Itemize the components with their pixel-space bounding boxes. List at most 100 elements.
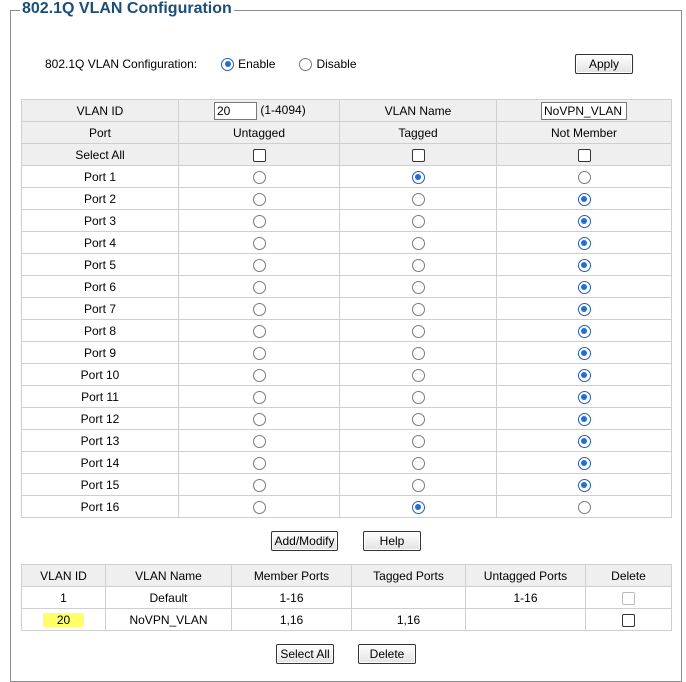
port-tagged-radio[interactable] bbox=[411, 412, 425, 426]
port-untagged-radio[interactable] bbox=[252, 412, 266, 426]
vlan-list-row: 1 Default 1-16 1-16 bbox=[21, 586, 672, 609]
select-all-not-member-checkbox[interactable] bbox=[577, 148, 591, 162]
port-untagged-radio[interactable] bbox=[252, 500, 266, 514]
select-all-label: Select All bbox=[21, 143, 179, 166]
port-row: Port 1 bbox=[21, 165, 672, 188]
port-name: Port 14 bbox=[21, 451, 179, 474]
port-tagged-radio[interactable] bbox=[411, 280, 425, 294]
port-tagged-radio[interactable] bbox=[411, 346, 425, 360]
port-row: Port 11 bbox=[21, 385, 672, 408]
port-tagged-radio[interactable] bbox=[411, 192, 425, 206]
port-not-member-radio[interactable] bbox=[577, 302, 591, 316]
port-not-member-radio[interactable] bbox=[577, 214, 591, 228]
port-tagged-radio[interactable] bbox=[411, 302, 425, 316]
port-not-member-radio[interactable] bbox=[577, 500, 591, 514]
port-untagged-radio[interactable] bbox=[252, 346, 266, 360]
port-tagged-radio[interactable] bbox=[411, 324, 425, 338]
enable-option[interactable]: Enable bbox=[221, 57, 275, 71]
disable-label: Disable bbox=[316, 57, 357, 71]
port-not-member-radio[interactable] bbox=[577, 390, 591, 404]
vlan-id-input[interactable]: 20 bbox=[214, 101, 257, 120]
vlan-name-cell: NoVPN_VLAN bbox=[496, 99, 672, 122]
port-tagged-radio[interactable] bbox=[411, 214, 425, 228]
port-row: Port 8 bbox=[21, 319, 672, 342]
port-tagged-radio[interactable] bbox=[411, 390, 425, 404]
port-row: Port 15 bbox=[21, 473, 672, 496]
vlan-list-table: VLAN ID VLAN Name Member Ports Tagged Po… bbox=[21, 564, 672, 631]
port-tagged-radio[interactable] bbox=[411, 258, 425, 272]
port-row: Port 9 bbox=[21, 341, 672, 364]
disable-option[interactable]: Disable bbox=[299, 57, 357, 71]
enable-radio[interactable] bbox=[221, 57, 235, 71]
delete-button[interactable]: Delete bbox=[358, 644, 416, 664]
add-modify-button[interactable]: Add/Modify bbox=[271, 531, 338, 551]
port-untagged-radio[interactable] bbox=[252, 214, 266, 228]
port-untagged-radio[interactable] bbox=[252, 368, 266, 382]
help-button[interactable]: Help bbox=[363, 531, 421, 551]
port-not-member-radio[interactable] bbox=[577, 412, 591, 426]
port-header: Port bbox=[21, 121, 179, 144]
delete-checkbox[interactable] bbox=[622, 613, 635, 627]
port-untagged-radio[interactable] bbox=[252, 170, 266, 184]
port-name: Port 9 bbox=[21, 341, 179, 364]
port-untagged-radio[interactable] bbox=[252, 324, 266, 338]
port-not-member-radio[interactable] bbox=[577, 236, 591, 250]
select-all-tagged-checkbox[interactable] bbox=[411, 148, 425, 162]
port-config-table: VLAN ID 20 (1-4094) VLAN Name NoVPN_VLAN… bbox=[21, 99, 672, 518]
tagged-header: Tagged bbox=[339, 121, 497, 144]
port-not-member-radio[interactable] bbox=[577, 346, 591, 360]
port-untagged-radio[interactable] bbox=[252, 280, 266, 294]
select-all-button[interactable]: Select All bbox=[276, 644, 334, 664]
vlan-id-range: (1-4094) bbox=[260, 102, 306, 117]
col-member-ports: Member Ports bbox=[231, 564, 352, 587]
port-tagged-radio[interactable] bbox=[411, 456, 425, 470]
port-untagged-radio[interactable] bbox=[252, 456, 266, 470]
port-not-member-radio[interactable] bbox=[577, 456, 591, 470]
vlan-form-row: VLAN ID 20 (1-4094) VLAN Name NoVPN_VLAN bbox=[21, 99, 672, 122]
port-tagged-radio[interactable] bbox=[411, 478, 425, 492]
tagged-ports-value: 1,16 bbox=[396, 612, 421, 627]
vlan-name-input[interactable]: NoVPN_VLAN bbox=[541, 101, 627, 120]
not-member-header: Not Member bbox=[496, 121, 672, 144]
vlan-name-label: VLAN Name bbox=[339, 99, 497, 122]
member-ports-value: 1,16 bbox=[279, 612, 304, 627]
select-all-untagged-checkbox[interactable] bbox=[252, 148, 266, 162]
apply-button[interactable]: Apply bbox=[575, 54, 633, 74]
port-name: Port 5 bbox=[21, 253, 179, 276]
vlan-config-label: 802.1Q VLAN Configuration: bbox=[45, 57, 198, 71]
disable-radio[interactable] bbox=[299, 57, 313, 71]
port-untagged-radio[interactable] bbox=[252, 302, 266, 316]
port-untagged-radio[interactable] bbox=[252, 258, 266, 272]
port-row: Port 10 bbox=[21, 363, 672, 386]
port-tagged-radio[interactable] bbox=[411, 170, 425, 184]
port-not-member-radio[interactable] bbox=[577, 324, 591, 338]
port-not-member-radio[interactable] bbox=[577, 280, 591, 294]
untagged-header: Untagged bbox=[178, 121, 340, 144]
member-ports-value: 1-16 bbox=[279, 590, 304, 605]
port-not-member-radio[interactable] bbox=[577, 258, 591, 272]
port-name: Port 8 bbox=[21, 319, 179, 342]
port-not-member-radio[interactable] bbox=[577, 170, 591, 184]
port-row: Port 13 bbox=[21, 429, 672, 452]
port-tagged-radio[interactable] bbox=[411, 368, 425, 382]
port-not-member-radio[interactable] bbox=[577, 478, 591, 492]
port-row: Port 5 bbox=[21, 253, 672, 276]
port-name: Port 3 bbox=[21, 209, 179, 232]
port-row: Port 4 bbox=[21, 231, 672, 254]
port-untagged-radio[interactable] bbox=[252, 434, 266, 448]
port-name: Port 16 bbox=[21, 495, 179, 518]
port-untagged-radio[interactable] bbox=[252, 478, 266, 492]
port-untagged-radio[interactable] bbox=[252, 192, 266, 206]
port-untagged-radio[interactable] bbox=[252, 390, 266, 404]
port-tagged-radio[interactable] bbox=[411, 500, 425, 514]
port-not-member-radio[interactable] bbox=[577, 434, 591, 448]
port-tagged-radio[interactable] bbox=[411, 434, 425, 448]
port-not-member-radio[interactable] bbox=[577, 192, 591, 206]
port-untagged-radio[interactable] bbox=[252, 236, 266, 250]
port-name: Port 12 bbox=[21, 407, 179, 430]
port-tagged-radio[interactable] bbox=[411, 236, 425, 250]
col-delete: Delete bbox=[585, 564, 672, 587]
col-untagged-ports: Untagged Ports bbox=[465, 564, 586, 587]
vlan-list-header-row: VLAN ID VLAN Name Member Ports Tagged Po… bbox=[21, 564, 672, 587]
port-not-member-radio[interactable] bbox=[577, 368, 591, 382]
